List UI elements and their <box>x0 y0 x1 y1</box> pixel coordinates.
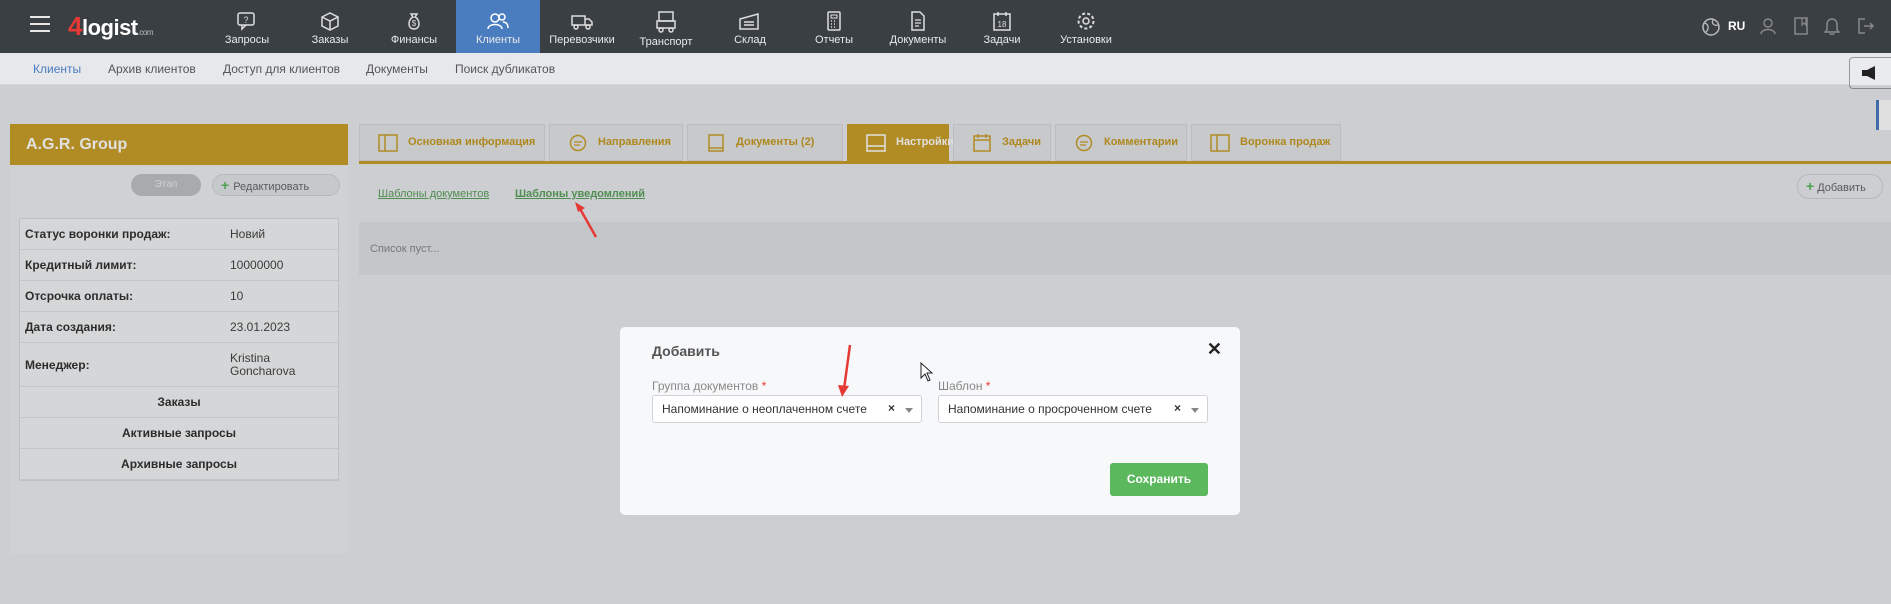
warehouse-icon <box>739 13 759 30</box>
nav-reports[interactable]: Отчеты <box>792 0 876 53</box>
subnav-client-access[interactable]: Доступ для клиентов <box>223 62 340 76</box>
chevron-down-icon[interactable] <box>905 408 913 413</box>
document-group-select[interactable]: Напоминание о неоплаченном счете × <box>652 395 922 423</box>
bell-icon[interactable] <box>1824 17 1840 35</box>
nav-carriers[interactable]: Перевозчики <box>540 0 624 53</box>
nav-warehouse[interactable]: Склад <box>708 0 792 53</box>
modal-title: Добавить <box>652 343 720 359</box>
template-label: Шаблон * <box>938 379 991 393</box>
template-select[interactable]: Напоминание о просроченном счете × <box>938 395 1208 423</box>
book-icon[interactable] <box>1793 17 1809 35</box>
clear-icon[interactable]: × <box>888 401 895 415</box>
nav-label: Задачи <box>983 34 1021 46</box>
nav-clients[interactable]: Клиенты <box>456 0 540 53</box>
clear-icon[interactable]: × <box>1174 401 1181 415</box>
nav-label: Финансы <box>390 34 438 46</box>
required-mark: * <box>761 379 767 393</box>
calendar-icon: 18 <box>993 12 1011 31</box>
svg-text:18: 18 <box>998 20 1007 29</box>
menu-icon[interactable] <box>30 16 50 32</box>
finance-icon: $ <box>408 13 420 30</box>
annotation-arrow <box>575 202 598 238</box>
nav-orders[interactable]: Заказы <box>288 0 372 53</box>
mouse-cursor-icon <box>920 362 934 382</box>
nav-label: Склад <box>734 34 766 46</box>
megaphone-icon <box>1862 66 1875 80</box>
nav-finance[interactable]: $ Финансы <box>372 0 456 53</box>
transport-icon <box>656 11 676 33</box>
group-label: Группа документов * <box>652 379 767 393</box>
nav-transport[interactable]: Транспорт <box>624 0 708 53</box>
user-icon[interactable] <box>1759 17 1777 35</box>
subnav-clients-archive[interactable]: Архив клиентов <box>108 62 196 76</box>
logout-icon[interactable] <box>1857 17 1875 35</box>
chevron-down-icon[interactable] <box>1191 408 1199 413</box>
nav-documents[interactable]: Документы <box>876 0 960 53</box>
annotation-arrow <box>838 344 852 397</box>
nav-label: Клиенты <box>475 34 521 46</box>
subnav-clients[interactable]: Клиенты <box>33 62 81 76</box>
nav-label: Документы <box>889 34 947 46</box>
requests-icon: ? <box>237 12 255 31</box>
globe-icon[interactable] <box>1701 17 1721 37</box>
nav-label: Запросы <box>224 34 270 46</box>
nav-tasks[interactable]: 18 Задачи <box>960 0 1044 53</box>
app-logo[interactable]: 4logist.com <box>68 11 153 42</box>
subnav-duplicates-search[interactable]: Поиск дубликатов <box>455 62 555 76</box>
svg-text:$: $ <box>412 19 417 28</box>
close-icon[interactable]: ✕ <box>1207 339 1222 360</box>
svg-text:?: ? <box>243 15 248 25</box>
nav-label: Установки <box>1060 34 1112 46</box>
language-selector[interactable]: RU <box>1728 19 1745 33</box>
nav-label: Отчеты <box>814 34 854 46</box>
nav-settings[interactable]: Установки <box>1044 0 1128 53</box>
subnav-documents[interactable]: Документы <box>366 62 428 76</box>
nav-label: Перевозчики <box>549 34 615 46</box>
required-mark: * <box>985 379 991 393</box>
top-navigation: 4logist.com ? Запросы Заказы $ Финансы К… <box>0 0 1891 53</box>
document-group-value: Напоминание о неоплаченном счете <box>662 402 867 416</box>
save-button[interactable]: Сохранить <box>1110 463 1208 496</box>
add-modal: Добавить ✕ Группа документов * Напоминан… <box>620 327 1240 515</box>
nav-requests[interactable]: ? Запросы <box>205 0 289 53</box>
clients-icon <box>487 13 509 30</box>
gear-icon <box>1077 12 1095 30</box>
nav-label: Транспорт <box>639 36 693 48</box>
calculator-icon <box>827 11 841 31</box>
truck-icon <box>571 15 593 30</box>
orders-icon <box>321 12 339 31</box>
nav-label: Заказы <box>311 34 349 46</box>
sub-navigation: Клиенты Архив клиентов Доступ для клиент… <box>0 53 1891 85</box>
document-icon <box>911 11 925 31</box>
template-value: Напоминание о просроченном счете <box>948 402 1152 416</box>
